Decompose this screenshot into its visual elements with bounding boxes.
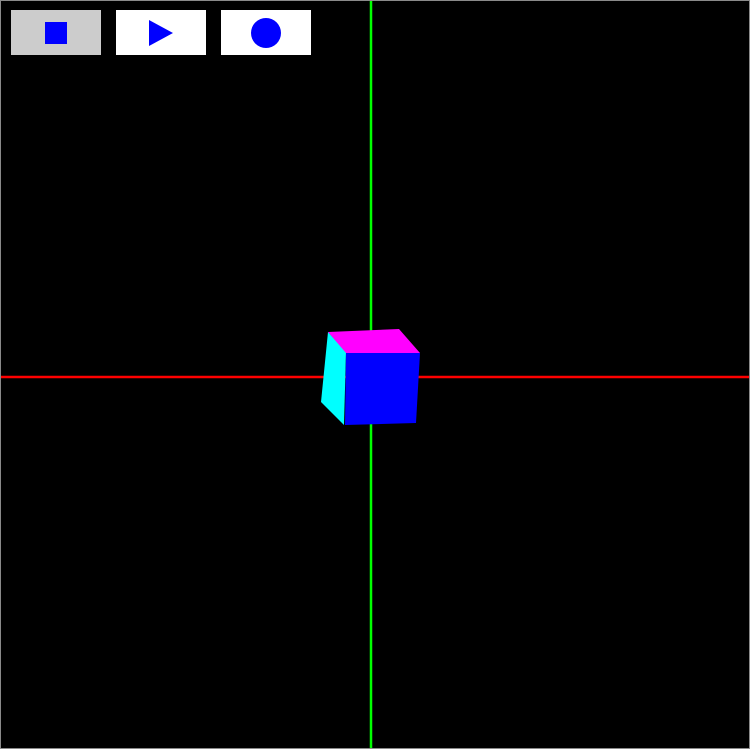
cube[interactable] — [321, 329, 420, 425]
record-button[interactable] — [221, 10, 311, 55]
triangle-play-icon — [148, 19, 174, 47]
scene-canvas[interactable] — [1, 1, 749, 748]
app-window — [0, 0, 750, 749]
cube-front-face — [345, 353, 420, 425]
play-button[interactable] — [116, 10, 206, 55]
3d-viewport[interactable] — [1, 1, 749, 748]
circle-record-icon — [250, 17, 282, 49]
toolbar — [11, 10, 311, 56]
square-stop-icon — [44, 21, 68, 45]
stop-button[interactable] — [11, 10, 101, 55]
